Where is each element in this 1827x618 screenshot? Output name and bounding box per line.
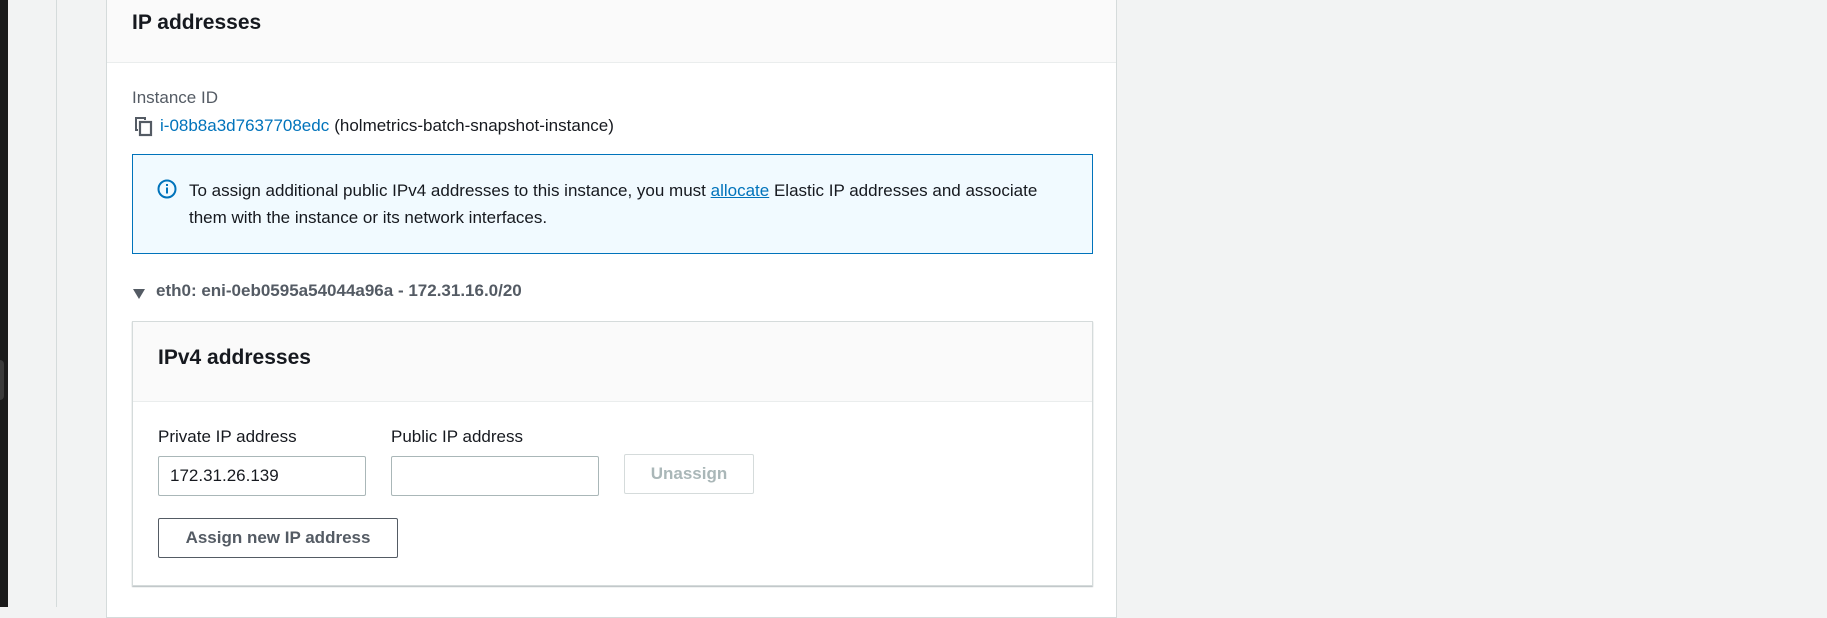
alert-message: To assign additional public IPv4 address… — [189, 177, 1068, 231]
panel-title: IP addresses — [132, 11, 262, 34]
panel-body: Instance ID i-08b8a3d7637708edc (holmetr… — [107, 63, 1116, 586]
side-panel-handle[interactable] — [0, 360, 4, 400]
window-left-edge — [0, 0, 8, 607]
allocate-link[interactable]: allocate — [711, 181, 770, 200]
private-ip-label: Private IP address — [158, 427, 297, 446]
side-gutter — [8, 0, 57, 607]
info-alert: To assign additional public IPv4 address… — [132, 154, 1093, 254]
network-interface-toggle[interactable]: eth0: eni-0eb0595a54044a96a - 172.31.16.… — [132, 281, 1091, 301]
public-ip-column: Public IP address — [391, 426, 599, 496]
ipv4-addresses-panel: IPv4 addresses Private IP address Public… — [132, 321, 1093, 586]
unassign-button[interactable]: Unassign — [624, 454, 754, 494]
caret-down-icon — [132, 285, 146, 299]
public-ip-input[interactable] — [391, 456, 599, 496]
ipv4-header: IPv4 addresses — [133, 322, 1092, 402]
copy-icon[interactable] — [132, 115, 154, 137]
ipv4-body: Private IP address Public IP address Una… — [133, 402, 1092, 558]
info-icon — [157, 179, 177, 199]
alert-text-before: To assign additional public IPv4 address… — [189, 181, 711, 200]
private-ip-column: Private IP address — [158, 426, 366, 496]
instance-id-link[interactable]: i-08b8a3d7637708edc — [160, 115, 329, 137]
instance-id-row: i-08b8a3d7637708edc (holmetrics-batch-sn… — [132, 115, 1091, 137]
assign-new-ip-button[interactable]: Assign new IP address — [158, 518, 398, 558]
ip-address-row: Private IP address Public IP address Una… — [158, 426, 1067, 496]
ip-addresses-panel: IP addresses Instance ID i-08b8a3d763770… — [106, 0, 1117, 618]
instance-name: (holmetrics-batch-snapshot-instance) — [334, 116, 614, 135]
ipv4-title: IPv4 addresses — [158, 346, 311, 369]
network-interface-label: eth0: eni-0eb0595a54044a96a - 172.31.16.… — [156, 281, 522, 300]
instance-id-label: Instance ID — [132, 88, 218, 107]
private-ip-input[interactable] — [158, 456, 366, 496]
public-ip-label: Public IP address — [391, 427, 523, 446]
panel-header: IP addresses — [107, 0, 1116, 63]
